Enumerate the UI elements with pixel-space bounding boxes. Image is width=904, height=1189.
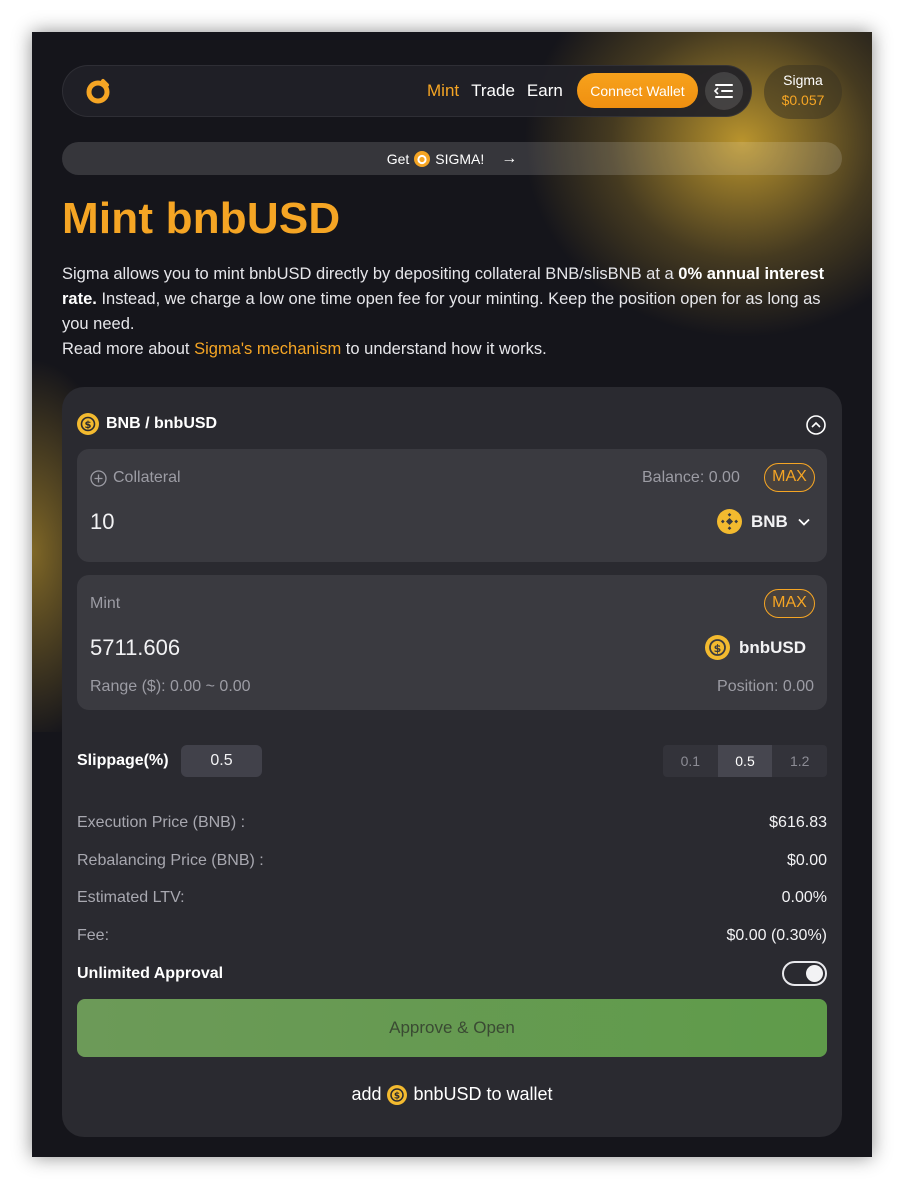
connect-wallet-button[interactable]: Connect Wallet [577,73,698,108]
mint-card: $ BNB / bnbUSD Collateral Balance: 0.00 … [62,387,842,1137]
slippage-option-0.5[interactable]: 0.5 [717,745,773,777]
execution-price-label: Execution Price (BNB) : [77,814,246,831]
page-description: Sigma allows you to mint bnbUSD directly… [62,262,847,362]
token-price-pill[interactable]: Sigma $0.057 [764,65,842,119]
nav-trade[interactable]: Trade [471,81,515,101]
ltv-row: Estimated LTV: 0.00% [77,889,827,907]
desc-part-3: Read more about [62,340,195,358]
token-name: Sigma [783,72,823,88]
pair-header: $ BNB / bnbUSD [77,413,217,435]
approve-open-button[interactable]: Approve & Open [77,999,827,1057]
slippage-input[interactable] [181,745,262,777]
collateral-label-row: Collateral [90,469,181,487]
collateral-token-label: BNB [751,511,788,531]
rebalancing-price-row: Rebalancing Price (BNB) : $0.00 [77,852,827,870]
bnb-coin-icon [717,509,742,534]
nav-mint[interactable]: Mint [427,81,459,101]
collateral-max-button[interactable]: MAX [764,463,815,492]
unlimited-approval-toggle[interactable] [782,961,827,986]
toggle-knob [806,965,823,982]
collateral-token-select[interactable]: BNB [717,509,811,534]
mint-position: Position: 0.00 [717,678,814,695]
mechanism-link[interactable]: Sigma's mechanism [194,340,341,358]
bnbusd-coin-icon: $ [705,635,730,660]
pair-label: BNB / bnbUSD [106,415,218,432]
add-wallet-suffix: bnbUSD to wallet [413,1084,553,1104]
banner-prefix: Get [386,150,410,167]
nav-earn[interactable]: Earn [527,81,563,101]
execution-price-row: Execution Price (BNB) : $616.83 [77,814,827,832]
mint-token-label: bnbUSD [739,637,807,657]
banner-token: SIGMA! [435,150,485,167]
collateral-amount-input[interactable]: 10 [90,509,114,535]
chevron-down-icon [798,518,810,526]
arrow-right-icon: → [501,149,518,167]
rebalancing-price-label: Rebalancing Price (BNB) : [77,852,264,869]
top-navbar: Mint Trade Earn Connect Wallet [62,65,752,117]
page-title: Mint bnbUSD [62,194,341,243]
get-sigma-banner[interactable]: Get SIGMA! → [62,142,842,175]
unlimited-approval-row: Unlimited Approval [77,965,677,983]
fee-value: $0.00 (0.30%) [726,927,827,944]
plus-circle-icon [90,469,107,487]
add-wallet-prefix: add [351,1084,382,1104]
desc-part-2: Instead, we charge a low one time open f… [62,290,821,333]
token-price: $0.057 [781,92,825,108]
app-window: Mint Trade Earn Connect Wallet Sigma $0.… [32,32,872,1157]
chevron-up-icon[interactable] [805,414,827,436]
svg-text:$: $ [394,1091,400,1101]
bnbusd-coin-icon: $ [387,1084,408,1105]
sigma-logo-icon[interactable] [85,78,111,104]
fee-row: Fee: $0.00 (0.30%) [77,927,827,945]
collateral-panel: Collateral Balance: 0.00 MAX 10 BNB [77,449,827,562]
mint-panel: Mint MAX 5711.606 $ bnbUSD Range ($): 0.… [77,575,827,710]
menu-button[interactable] [705,72,743,110]
mint-range: Range ($): 0.00 ~ 0.00 [90,678,251,695]
slippage-option-1.2[interactable]: 1.2 [772,745,827,777]
bnbusd-coin-icon: $ [77,413,99,435]
slippage-option-0.1[interactable]: 0.1 [663,745,718,777]
svg-text:$: $ [85,420,92,431]
ltv-label: Estimated LTV: [77,889,185,906]
svg-text:$: $ [714,642,722,655]
mint-label: Mint [90,595,121,612]
nav-links: Mint Trade Earn [427,81,563,101]
desc-part-4: to understand how it works. [341,340,547,358]
unlimited-approval-label: Unlimited Approval [77,965,224,982]
fee-label: Fee: [77,927,110,944]
collateral-label: Collateral [113,469,181,486]
add-to-wallet-link[interactable]: add $ bnbUSD to wallet [62,1084,842,1105]
slippage-label: Slippage(%) [77,752,169,769]
slippage-presets: 0.1 0.5 1.2 [663,745,827,777]
collateral-balance: Balance: 0.00 [642,469,740,486]
ltv-value: 0.00% [781,889,827,906]
rebalancing-price-value: $0.00 [786,852,827,869]
menu-icon [713,84,733,98]
mint-token: $ bnbUSD [705,635,806,660]
mint-max-button[interactable]: MAX [764,589,815,618]
sigma-token-icon [414,150,431,167]
mint-amount-input[interactable]: 5711.606 [90,635,180,661]
execution-price-value: $616.83 [769,814,827,831]
desc-part-1: Sigma allows you to mint bnbUSD directly… [62,265,679,283]
